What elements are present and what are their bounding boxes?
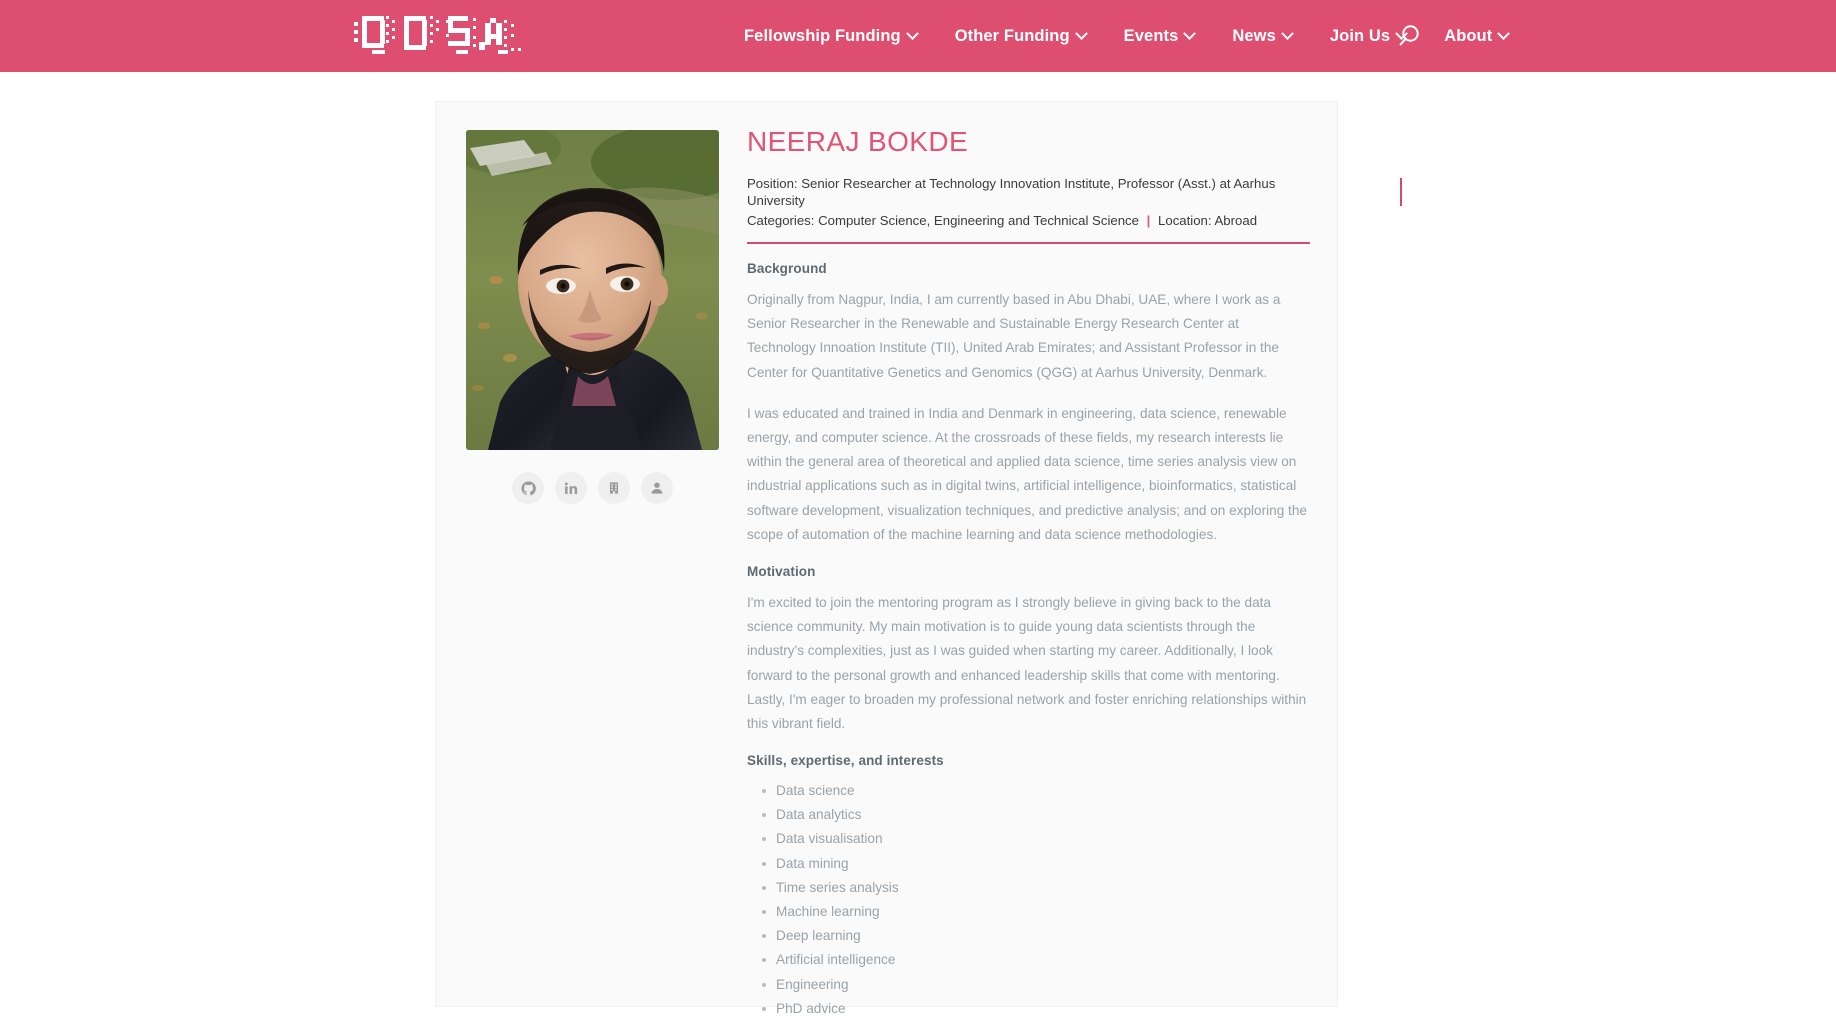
- github-icon-link[interactable]: [512, 472, 544, 504]
- linkedin-icon: [564, 482, 577, 494]
- photo-column: [466, 130, 719, 504]
- position-value: Senior Researcher at Technology Innovati…: [747, 175, 1276, 209]
- section-title-motivation: Motivation: [747, 563, 816, 579]
- chevron-down-icon: [1183, 26, 1197, 40]
- list-item: Data visualisation: [762, 827, 1310, 851]
- categories-value: Computer Science, Engineering and Techni…: [818, 212, 1139, 228]
- nav-item-other-funding[interactable]: Other Funding: [936, 0, 1105, 72]
- profile-photo: [466, 130, 719, 450]
- chevron-down-icon: [905, 26, 919, 40]
- profile-photo-image: [466, 130, 719, 450]
- location-label: Location:: [1158, 212, 1212, 228]
- position-label: Position:: [747, 175, 798, 191]
- nav-item-news[interactable]: News: [1213, 0, 1311, 72]
- ddsa-logo-icon: [354, 16, 521, 54]
- list-item: Time series analysis: [762, 876, 1310, 900]
- nav-item-about[interactable]: About: [1425, 0, 1527, 72]
- search-icon: [1399, 25, 1419, 46]
- section-title-background: Background: [747, 261, 827, 277]
- nav-label: Other Funding: [954, 27, 1070, 45]
- meta-separator: |: [1146, 212, 1151, 228]
- chevron-down-icon: [1074, 26, 1088, 40]
- chevron-down-icon: [1497, 26, 1511, 40]
- list-item: Artificial intelligence: [762, 948, 1310, 972]
- list-item: Deep learning: [762, 924, 1310, 948]
- section-divider: [747, 242, 1310, 245]
- nav-label: Fellowship Funding: [744, 27, 901, 45]
- site-header: Fellowship Funding Other Funding Events …: [0, 0, 1836, 72]
- page-body: NEERAJ BOKDE Position: Senior Researcher…: [0, 72, 1836, 1024]
- list-item: Data mining: [762, 852, 1310, 876]
- profile-meta: Position: Senior Researcher at Technolog…: [747, 175, 1402, 229]
- list-item: Engineering: [762, 973, 1310, 997]
- nav-label: About: [1444, 27, 1493, 45]
- position-row: Position: Senior Researcher at Technolog…: [747, 175, 1310, 210]
- ddsa-logo[interactable]: [352, 10, 527, 56]
- page-title: NEERAJ BOKDE: [747, 126, 969, 157]
- chevron-down-icon: [1281, 26, 1294, 40]
- nav-item-fellowship-funding[interactable]: Fellowship Funding: [725, 0, 936, 72]
- nav-label: Events: [1123, 27, 1179, 45]
- github-icon: [520, 480, 536, 495]
- nav-item-events[interactable]: Events: [1105, 0, 1214, 72]
- motivation-paragraph-1: I'm excited to join the mentoring progra…: [747, 594, 1307, 731]
- skills-list: Data science Data analytics Data visuali…: [747, 779, 1310, 1021]
- background-paragraph-1: Originally from Nagpur, India, I am curr…: [747, 292, 1281, 380]
- list-item: Data science: [762, 779, 1310, 803]
- university-icon: [609, 482, 619, 494]
- profile-icon: [651, 482, 663, 494]
- search-button[interactable]: [1398, 22, 1426, 50]
- list-item: PhD advice: [762, 997, 1310, 1021]
- linkedin-icon-link[interactable]: [555, 472, 587, 504]
- info-column: NEERAJ BOKDE Position: Senior Researcher…: [747, 126, 1402, 1024]
- nav-label: Join Us: [1329, 27, 1391, 45]
- profile-icon-link[interactable]: [641, 472, 673, 504]
- university-icon-link[interactable]: [598, 472, 630, 504]
- list-item: Data analytics: [762, 803, 1310, 827]
- categories-location-row: Categories: Computer Science, Engineerin…: [747, 212, 1310, 229]
- list-item: Machine learning: [762, 900, 1310, 924]
- accent-bar: [1400, 177, 1402, 206]
- background-paragraph-2: I was educated and trained in India and …: [747, 405, 1307, 542]
- nav-label: News: [1232, 27, 1276, 45]
- section-title-skills: Skills, expertise, and interests: [747, 753, 944, 769]
- mentor-profile-card: NEERAJ BOKDE Position: Senior Researcher…: [435, 101, 1402, 1016]
- categories-label: Categories:: [747, 212, 815, 228]
- social-links: [466, 472, 719, 504]
- location-value: Abroad: [1214, 212, 1258, 228]
